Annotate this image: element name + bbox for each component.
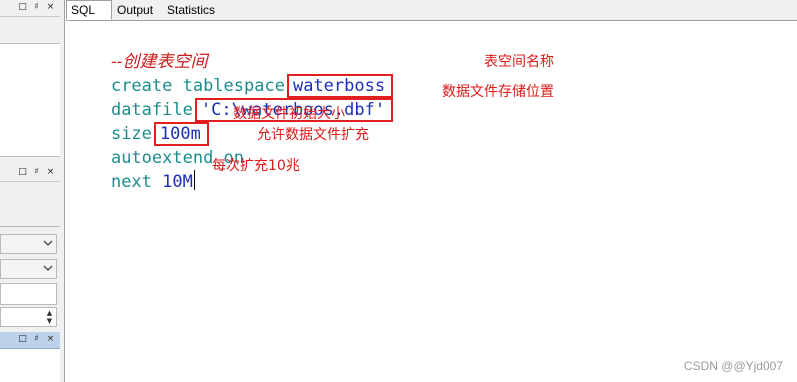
- sql-keyword: next: [110, 172, 152, 192]
- annotation-datafile-location: 数据文件存储位置: [442, 84, 554, 100]
- editor-tab-bar: SQL Output Statistics: [66, 0, 797, 21]
- text-cursor: [193, 170, 195, 190]
- pane-header-middle: □ ♯ ×: [0, 165, 60, 182]
- pane-header-top: □ ♯ ×: [0, 0, 60, 17]
- tab-sql[interactable]: SQL: [66, 0, 112, 20]
- left-dock-panel: □ ♯ × □ ♯ × ▲ ▼ □ ♯ ×: [0, 0, 65, 382]
- pane-list-area[interactable]: [0, 44, 60, 157]
- pane-bottom-area: [0, 349, 60, 382]
- pane-toolbar-area: [0, 17, 60, 44]
- pane-pin-icon[interactable]: ♯: [31, 167, 42, 178]
- pane-restore-icon[interactable]: □: [17, 2, 28, 13]
- pane-close-icon[interactable]: ×: [45, 167, 56, 178]
- chevron-down-icon: [43, 240, 53, 246]
- pane-close-icon[interactable]: ×: [45, 2, 56, 13]
- dropdown-select-2[interactable]: [0, 259, 57, 279]
- pane-options-area: [0, 182, 60, 227]
- tab-output[interactable]: Output: [113, 1, 157, 19]
- watermark-text: CSDN @@Yjd007: [683, 359, 783, 373]
- annotation-initial-size: 数据文件初始大小: [233, 106, 345, 122]
- pane-pin-icon[interactable]: ♯: [31, 334, 42, 345]
- chevron-down-icon: [43, 265, 53, 271]
- dropdown-select-1[interactable]: [0, 234, 57, 254]
- pane-close-icon[interactable]: ×: [45, 334, 56, 345]
- annotation-tablespace-name: 表空间名称: [484, 54, 554, 70]
- sql-editor[interactable]: --创建表空间 create tablespace waterboss dataf…: [66, 21, 797, 382]
- spin-arrows-icon[interactable]: ▲ ▼: [45, 309, 54, 325]
- text-input-field[interactable]: [0, 283, 57, 305]
- spin-input-field[interactable]: ▲ ▼: [0, 307, 57, 327]
- pane-restore-icon[interactable]: □: [17, 334, 28, 345]
- annotation-next-size: 每次扩充10兆: [212, 158, 300, 174]
- pane-pin-icon[interactable]: ♯: [31, 2, 42, 13]
- pane-restore-icon[interactable]: □: [17, 167, 28, 178]
- annotation-autoextend: 允许数据文件扩充: [257, 127, 369, 143]
- tab-statistics[interactable]: Statistics: [163, 1, 219, 19]
- code-line-5[interactable]: next 10M: [70, 146, 195, 218]
- pane-header-bottom-active: □ ♯ ×: [0, 332, 60, 349]
- sql-value: 10M: [162, 172, 193, 192]
